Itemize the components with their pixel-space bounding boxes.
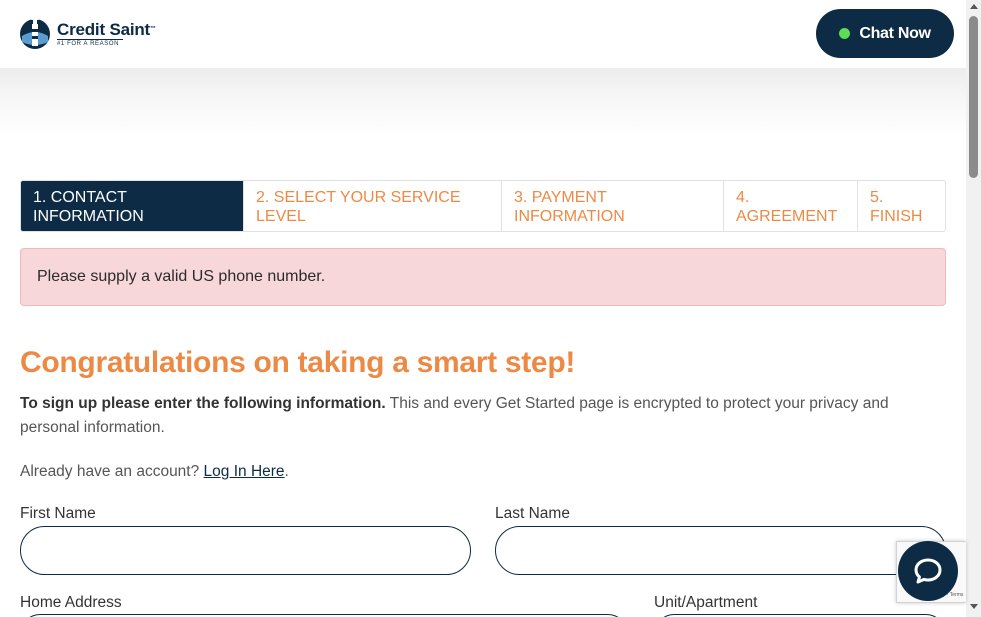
last-name-input[interactable] (495, 526, 946, 575)
home-address-label: Home Address (20, 594, 122, 611)
online-dot-icon (839, 28, 851, 39)
login-prompt-text: Already have an account? (20, 463, 204, 480)
login-prompt-suffix: . (284, 463, 289, 480)
step-payment-information: 3. PAYMENT INFORMATION (502, 181, 724, 231)
error-alert: Please supply a valid US phone number. (20, 248, 946, 306)
lighthouse-logo-icon (20, 16, 50, 49)
scroll-down-arrow-icon[interactable] (970, 604, 978, 609)
scroll-up-arrow-icon[interactable] (970, 4, 978, 9)
step-finish: 5. FINISH (870, 189, 923, 225)
intro-text: To sign up please enter the following in… (20, 392, 950, 440)
last-name-label: Last Name (495, 505, 570, 522)
brand-logo[interactable]: Credit Saint™ #1 FOR A REASON (19, 16, 156, 50)
step-agreement: 4. AGREEMENT (724, 181, 858, 231)
intro-bold: To sign up please enter the following in… (20, 395, 386, 412)
first-name-label: First Name (20, 505, 96, 522)
unit-apartment-label: Unit/Apartment (654, 594, 758, 611)
header-shadow (0, 68, 966, 138)
first-name-input[interactable] (20, 526, 471, 575)
scroll-thumb[interactable] (969, 16, 978, 178)
chat-now-label: Chat Now (859, 24, 931, 42)
chat-bubble-icon (914, 558, 942, 584)
signup-progress-steps: 1. CONTACT INFORMATION 2. SELECT YOUR SE… (20, 180, 946, 232)
step-contact-information: 1. CONTACT INFORMATION (21, 181, 244, 231)
brand-tagline: #1 FOR A REASON (57, 38, 123, 47)
page-scrollbar[interactable] (966, 0, 981, 617)
brand-name: Credit Saint™ (57, 19, 156, 39)
page-title: Congratulations on taking a smart step! (20, 346, 576, 379)
login-link[interactable]: Log In Here (204, 463, 285, 480)
step-select-service-level: 2. SELECT YOUR SERVICE LEVEL (244, 181, 502, 231)
chat-now-button[interactable]: Chat Now (816, 9, 954, 58)
chat-widget-button[interactable] (898, 541, 958, 601)
site-header: Credit Saint™ #1 FOR A REASON Chat Now (0, 0, 966, 68)
login-prompt: Already have an account? Log In Here. (20, 463, 289, 481)
